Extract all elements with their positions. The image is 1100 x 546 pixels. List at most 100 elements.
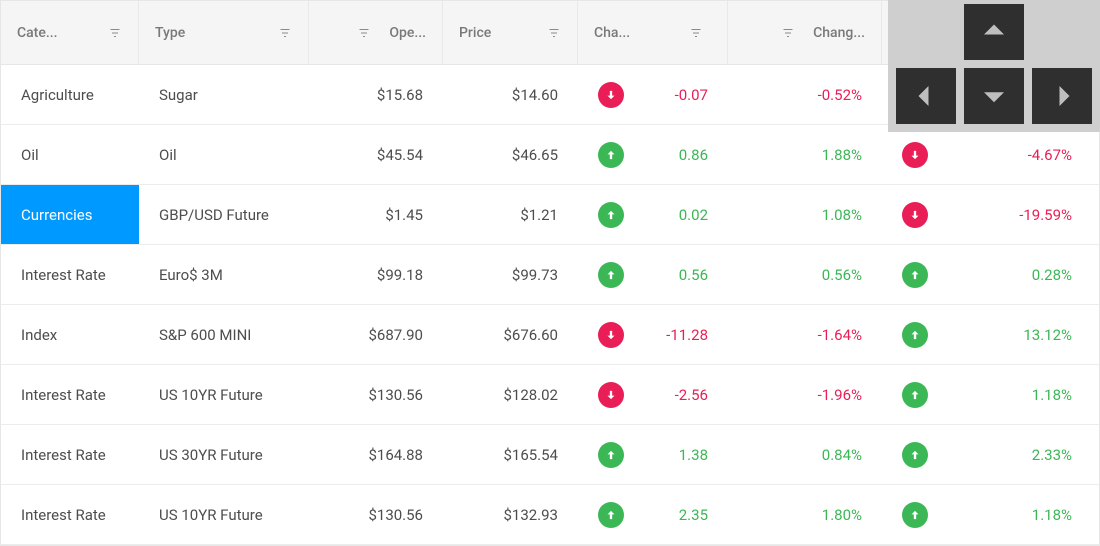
cell-change[interactable]: 0.56	[578, 245, 728, 304]
cell-change-pct[interactable]: -1.64%	[728, 305, 882, 364]
column-header-open[interactable]: Ope...	[309, 1, 443, 64]
column-label: Type	[155, 25, 270, 41]
cell-category[interactable]: Agriculture	[1, 65, 139, 124]
cell-type[interactable]: Euro$ 3M	[139, 245, 309, 304]
cell-change-pct[interactable]: -1.96%	[728, 365, 882, 424]
category-text: Interest Rate	[21, 446, 106, 464]
cell-change-ytd[interactable]: -19.59%	[882, 185, 1092, 244]
cell-open[interactable]: $164.88	[309, 425, 443, 484]
cell-type[interactable]: Sugar	[139, 65, 309, 124]
arrow-up-icon	[598, 142, 624, 168]
type-text: Oil	[159, 146, 177, 164]
cell-change-pct[interactable]: 1.80%	[728, 485, 882, 544]
nav-right-button[interactable]	[1032, 68, 1092, 124]
cell-price[interactable]: $676.60	[443, 305, 578, 364]
cell-price[interactable]: $14.60	[443, 65, 578, 124]
ytd-value: -4.67%	[942, 146, 1072, 164]
filter-icon[interactable]	[357, 26, 371, 40]
cell-open[interactable]: $130.56	[309, 365, 443, 424]
column-header-change[interactable]: Cha...	[578, 1, 728, 64]
cell-open[interactable]: $687.90	[309, 305, 443, 364]
nav-down-button[interactable]	[964, 68, 1024, 124]
cell-change-ytd[interactable]: 2.33%	[882, 425, 1092, 484]
open-value: $130.56	[368, 386, 423, 404]
cell-open[interactable]: $1.45	[309, 185, 443, 244]
cell-open[interactable]: $15.68	[309, 65, 443, 124]
column-header-change-pct[interactable]: Chang...	[728, 1, 882, 64]
cell-price[interactable]: $132.93	[443, 485, 578, 544]
type-text: US 10YR Future	[159, 386, 263, 404]
cell-category[interactable]: Currencies	[1, 185, 139, 244]
cell-change[interactable]: -0.07	[578, 65, 728, 124]
cell-open[interactable]: $99.18	[309, 245, 443, 304]
nav-up-button[interactable]	[964, 4, 1024, 60]
filter-icon[interactable]	[278, 26, 292, 40]
change-value: 2.35	[638, 506, 708, 524]
cell-change-ytd[interactable]: 0.28%	[882, 245, 1092, 304]
cell-category[interactable]: Interest Rate	[1, 485, 139, 544]
cell-change[interactable]: 1.38	[578, 425, 728, 484]
cell-type[interactable]: S&P 600 MINI	[139, 305, 309, 364]
cell-change-pct[interactable]: 1.08%	[728, 185, 882, 244]
category-text: Oil	[21, 146, 39, 164]
cell-change[interactable]: 0.86	[578, 125, 728, 184]
arrow-up-icon	[902, 262, 928, 288]
cell-price[interactable]: $128.02	[443, 365, 578, 424]
cell-price[interactable]: $1.21	[443, 185, 578, 244]
cell-change-ytd[interactable]: 1.18%	[882, 365, 1092, 424]
table-row[interactable]: Interest RateUS 10YR Future$130.56$132.9…	[1, 485, 1099, 545]
open-value: $45.54	[377, 146, 423, 164]
filter-icon[interactable]	[108, 26, 122, 40]
column-header-price[interactable]: Price	[443, 1, 578, 64]
change-pct-value: 1.08%	[748, 206, 862, 224]
nav-left-button[interactable]	[896, 68, 956, 124]
cell-category[interactable]: Interest Rate	[1, 425, 139, 484]
ytd-value: 2.33%	[942, 446, 1072, 464]
cell-change-pct[interactable]: 0.56%	[728, 245, 882, 304]
filter-icon[interactable]	[781, 26, 795, 40]
change-pct-value: -0.52%	[748, 86, 862, 104]
price-value: $676.60	[503, 326, 558, 344]
filter-icon[interactable]	[547, 26, 561, 40]
cell-type[interactable]: GBP/USD Future	[139, 185, 309, 244]
cell-open[interactable]: $45.54	[309, 125, 443, 184]
change-value: 0.86	[638, 146, 708, 164]
open-value: $164.88	[368, 446, 423, 464]
cell-price[interactable]: $99.73	[443, 245, 578, 304]
cell-change-ytd[interactable]: -4.67%	[882, 125, 1092, 184]
price-value: $46.65	[512, 146, 558, 164]
cell-type[interactable]: Oil	[139, 125, 309, 184]
table-row[interactable]: Interest Rate US 30YR Future $164.88 $165.5…	[1, 425, 1099, 485]
arrow-up-icon	[902, 322, 928, 348]
table-row[interactable]: Oil Oil $45.54 $46.65 0.86 1.88% -4.67%	[1, 125, 1099, 185]
table-row[interactable]: IndexS&P 600 MINI$687.90 $676.60 -11.28 -1.…	[1, 305, 1099, 365]
table-row[interactable]: CurrenciesGBP/USD Future$1.45$1.210.02 1.…	[1, 185, 1099, 245]
cell-open[interactable]: $130.56	[309, 485, 443, 544]
change-value: -11.28	[638, 326, 708, 344]
cell-change-pct[interactable]: -0.52%	[728, 65, 882, 124]
cell-price[interactable]: $165.54	[443, 425, 578, 484]
cell-type[interactable]: US 10YR Future	[139, 485, 309, 544]
column-header-category[interactable]: Cate...	[1, 1, 139, 64]
cell-category[interactable]: Interest Rate	[1, 365, 139, 424]
filter-icon[interactable]	[689, 26, 703, 40]
cell-change-pct[interactable]: 0.84%	[728, 425, 882, 484]
cell-change-pct[interactable]: 1.88%	[728, 125, 882, 184]
table-row[interactable]: Interest RateEuro$ 3M$99.18$99.730.560.5…	[1, 245, 1099, 305]
cell-type[interactable]: US 10YR Future	[139, 365, 309, 424]
cell-price[interactable]: $46.65	[443, 125, 578, 184]
cell-change[interactable]: 2.35	[578, 485, 728, 544]
cell-category[interactable]: Index	[1, 305, 139, 364]
cell-category[interactable]: Interest Rate	[1, 245, 139, 304]
cell-type[interactable]: US 30YR Future	[139, 425, 309, 484]
cell-category[interactable]: Oil	[1, 125, 139, 184]
cell-change-ytd[interactable]: 13.12%	[882, 305, 1092, 364]
cell-change[interactable]: 0.02	[578, 185, 728, 244]
table-row[interactable]: Interest Rate US 10YR Future $130.56 $128.0…	[1, 365, 1099, 425]
column-header-type[interactable]: Type	[139, 1, 309, 64]
arrow-up-icon	[598, 502, 624, 528]
cell-change[interactable]: -2.56	[578, 365, 728, 424]
cell-change-ytd[interactable]: 1.18%	[882, 485, 1092, 544]
arrow-up-icon	[598, 262, 624, 288]
cell-change[interactable]: -11.28	[578, 305, 728, 364]
